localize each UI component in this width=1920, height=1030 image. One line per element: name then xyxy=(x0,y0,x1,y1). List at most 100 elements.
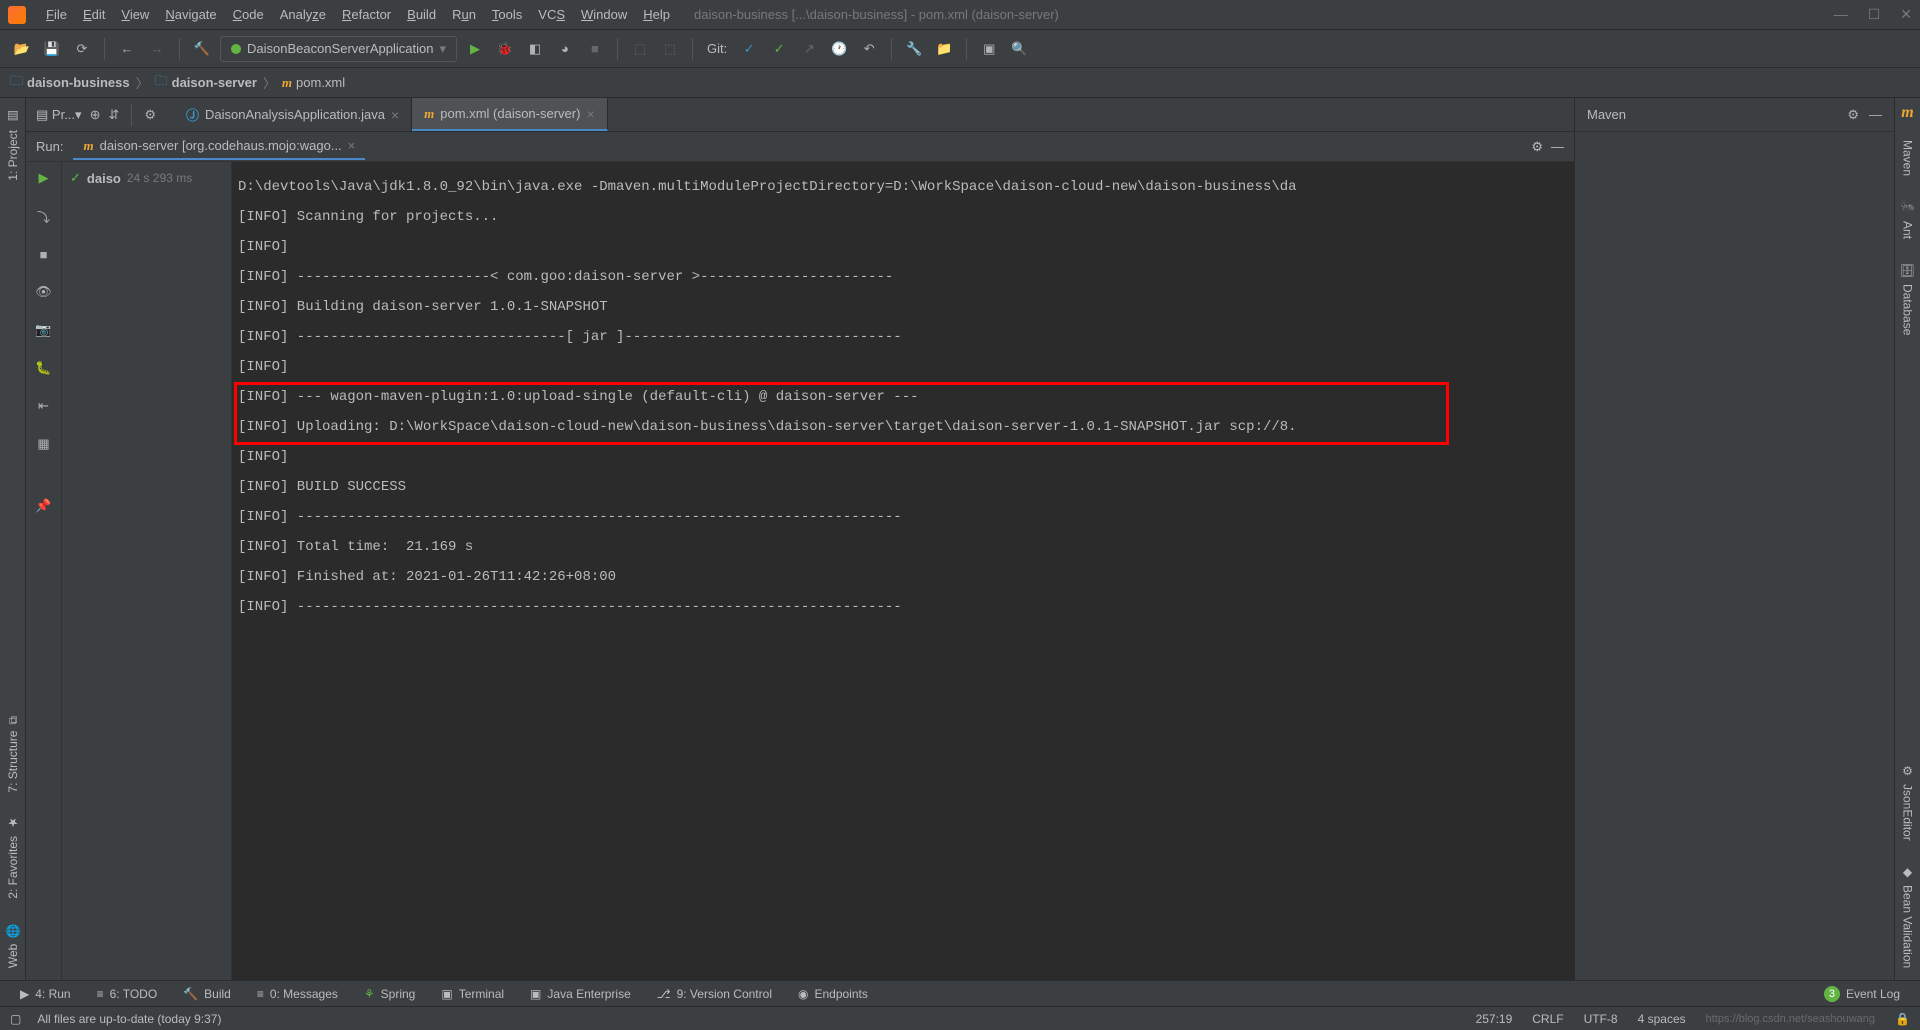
build-icon[interactable]: 🔨 xyxy=(190,37,214,61)
spring-bottom-tab[interactable]: ⚘Spring xyxy=(352,984,427,1004)
java-enterprise-bottom-tab[interactable]: ▣Java Enterprise xyxy=(518,984,643,1004)
event-log-tab[interactable]: 3 Event Log xyxy=(1812,983,1912,1005)
maven-tool-tab[interactable]: Maven xyxy=(1897,128,1919,188)
tab-daison-analysis[interactable]: Ⓙ DaisonAnalysisApplication.java × xyxy=(174,98,412,131)
close-tab-icon[interactable]: × xyxy=(391,107,399,123)
status-icon[interactable]: ▢ xyxy=(10,1012,21,1026)
settings-icon[interactable]: 🔧 xyxy=(902,37,926,61)
run-tab[interactable]: m daison-server [org.codehaus.mojo:wago.… xyxy=(73,134,365,160)
profile-button[interactable]: ◕ xyxy=(553,37,577,61)
layout-icon[interactable]: ▦ xyxy=(34,434,54,454)
menu-vcs[interactable]: VCS xyxy=(530,3,573,26)
git-history-icon[interactable]: 🕐 xyxy=(827,37,851,61)
gear-icon[interactable]: ⚙ xyxy=(144,107,156,123)
breadcrumb-root[interactable]: 🗀 daison-business xyxy=(10,72,130,94)
debug-button[interactable]: 🐞 xyxy=(493,37,517,61)
menu-code[interactable]: Code xyxy=(225,3,272,26)
minimize-panel-icon[interactable]: — xyxy=(1551,139,1564,155)
endpoints-bottom-tab[interactable]: ◉Endpoints xyxy=(786,984,880,1004)
maximize-button[interactable]: ☐ xyxy=(1868,6,1881,23)
breadcrumb-file[interactable]: m pom.xml xyxy=(282,75,345,91)
java-file-icon: Ⓙ xyxy=(186,105,199,124)
close-button[interactable]: ✕ xyxy=(1900,6,1912,23)
menu-edit[interactable]: Edit xyxy=(75,3,113,26)
bean-validation-tool-tab[interactable]: ◆ Bean Validation xyxy=(1897,853,1919,980)
console-output[interactable]: D:\devtools\Java\jdk1.8.0_92\bin\java.ex… xyxy=(232,162,1574,980)
menu-navigate[interactable]: Navigate xyxy=(157,3,224,26)
watch-icon[interactable]: 👁 xyxy=(34,282,54,302)
stop-button[interactable]: ■ xyxy=(583,37,607,61)
maven-title: Maven xyxy=(1587,107,1847,122)
sdk-icon[interactable]: ▣ xyxy=(977,37,1001,61)
open-icon[interactable]: 📂 xyxy=(10,37,34,61)
caret-position[interactable]: 257:19 xyxy=(1476,1012,1513,1026)
git-push-icon[interactable]: ↗ xyxy=(797,37,821,61)
maven-panel-header: Maven ⚙ — xyxy=(1575,98,1894,132)
breadcrumb: 🗀 daison-business 〉 🗀 daison-server 〉 m … xyxy=(0,68,1920,98)
main-toolbar: 📂 💾 ⟳ ← → 🔨 DaisonBeaconServerApplicatio… xyxy=(0,30,1920,68)
menu-view[interactable]: View xyxy=(113,3,157,26)
project-structure-icon[interactable]: 📁 xyxy=(932,37,956,61)
run-bottom-tab[interactable]: ▶4: Run xyxy=(8,984,83,1004)
indent-setting[interactable]: 4 spaces xyxy=(1638,1012,1686,1026)
tab-pom-xml[interactable]: m pom.xml (daison-server) × xyxy=(412,98,607,131)
menu-run[interactable]: Run xyxy=(444,3,484,26)
project-tool-tab[interactable]: 1: Project ▤ xyxy=(2,98,24,193)
jsoneditor-tool-tab[interactable]: ⚙ JsonEditor xyxy=(1897,752,1919,853)
git-rollback-icon[interactable]: ↶ xyxy=(857,37,881,61)
line-separator[interactable]: CRLF xyxy=(1532,1012,1563,1026)
gear-icon[interactable]: ⚙ xyxy=(1531,139,1543,155)
todo-bottom-tab[interactable]: ≡6: TODO xyxy=(85,984,170,1004)
menu-help[interactable]: Help xyxy=(635,3,678,26)
bug-filter-icon[interactable]: 🐛 xyxy=(34,358,54,378)
camera-icon[interactable]: 📷 xyxy=(34,320,54,340)
run-tool-window: Run: m daison-server [org.codehaus.mojo:… xyxy=(26,132,1574,980)
menu-tools[interactable]: Tools xyxy=(484,3,530,26)
structure-tool-tab[interactable]: 7: Structure ⧉ xyxy=(2,704,24,805)
database-tool-tab[interactable]: 🗄 Database xyxy=(1897,251,1919,348)
back-icon[interactable]: ← xyxy=(115,37,139,61)
step-icon[interactable]: ⤵ xyxy=(34,206,54,226)
file-encoding[interactable]: UTF-8 xyxy=(1584,1012,1618,1026)
watermark: https://blog.csdn.net/seashouwang xyxy=(1706,1013,1875,1025)
save-icon[interactable]: 💾 xyxy=(40,37,64,61)
run-config-selector[interactable]: DaisonBeaconServerApplication ▾ xyxy=(220,36,457,62)
coverage-button[interactable]: ◧ xyxy=(523,37,547,61)
forward-icon[interactable]: → xyxy=(145,37,169,61)
collapse-icon[interactable]: ⇵ xyxy=(108,107,119,123)
build-bottom-tab[interactable]: 🔨Build xyxy=(171,984,243,1004)
lock-icon[interactable]: 🔒 xyxy=(1895,1012,1910,1026)
ant-tool-tab[interactable]: 🐜 Ant xyxy=(1897,188,1919,251)
project-dropdown[interactable]: ▤ Pr...▾ xyxy=(36,107,82,123)
services-icon[interactable]: ⬚ xyxy=(658,37,682,61)
search-icon[interactable]: 🔍 xyxy=(1007,37,1031,61)
close-icon[interactable]: × xyxy=(348,138,356,153)
messages-bottom-tab[interactable]: ≡0: Messages xyxy=(245,984,350,1004)
pin-icon[interactable]: 📌 xyxy=(34,496,54,516)
close-tab-icon[interactable]: × xyxy=(586,106,594,122)
menu-file[interactable]: File xyxy=(38,3,75,26)
favorites-tool-tab[interactable]: 2: Favorites ★ xyxy=(2,804,24,911)
run-button[interactable]: ▶ xyxy=(463,37,487,61)
target-icon[interactable]: ⊕ xyxy=(90,107,101,123)
terminal-bottom-tab[interactable]: ▣Terminal xyxy=(429,984,516,1004)
breadcrumb-module[interactable]: 🗀 daison-server xyxy=(155,72,257,94)
tree-result-item[interactable]: ✓ daiso 24 s 293 ms xyxy=(70,168,223,188)
window-controls: — ☐ ✕ xyxy=(1834,6,1912,23)
menu-refactor[interactable]: Refactor xyxy=(334,3,399,26)
menu-window[interactable]: Window xyxy=(573,3,635,26)
gear-icon[interactable]: ⚙ xyxy=(1847,107,1859,123)
minimize-button[interactable]: — xyxy=(1834,6,1848,23)
git-commit-icon[interactable]: ✓ xyxy=(767,37,791,61)
rerun-icon[interactable]: ▶ xyxy=(34,168,54,188)
attach-icon[interactable]: ⬚ xyxy=(628,37,652,61)
web-tool-tab[interactable]: Web 🌐 xyxy=(2,911,24,980)
version-control-bottom-tab[interactable]: ⎇9: Version Control xyxy=(645,984,784,1004)
menu-analyze[interactable]: Analyze xyxy=(272,3,334,26)
git-update-icon[interactable]: ✓ xyxy=(737,37,761,61)
menu-build[interactable]: Build xyxy=(399,3,444,26)
sync-icon[interactable]: ⟳ xyxy=(70,37,94,61)
minimize-panel-icon[interactable]: — xyxy=(1869,107,1882,123)
exit-icon[interactable]: ⇤ xyxy=(34,396,54,416)
stop-icon[interactable]: ■ xyxy=(34,244,54,264)
